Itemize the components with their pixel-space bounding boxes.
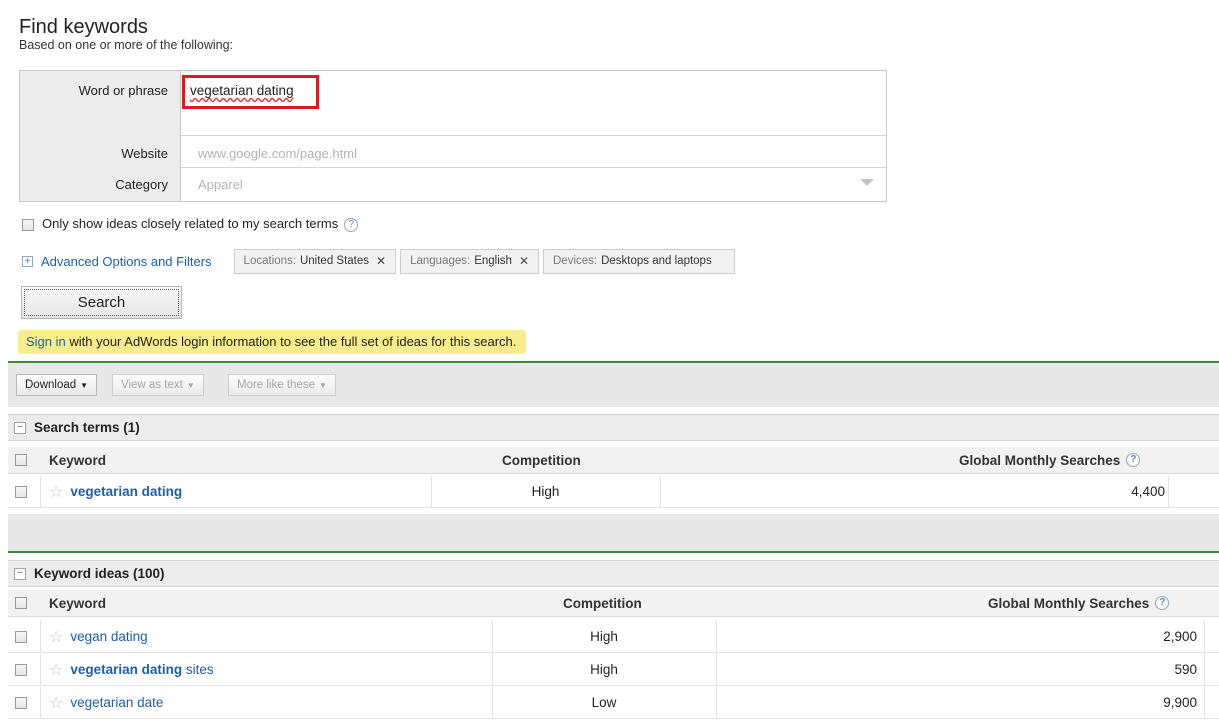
close-icon[interactable]: ✕: [376, 254, 386, 268]
page-title: Find keywords: [19, 16, 148, 38]
devices-filter-chip[interactable]: Devices: Desktops and laptops: [543, 248, 735, 274]
website-label: Website: [121, 146, 168, 161]
form-labels: Word or phrase Website Category: [20, 71, 181, 201]
keyword-bold: vegetarian dating: [70, 662, 183, 677]
chip-value: English: [474, 255, 512, 267]
results-panel: Download ▼ View as text ▼ More like these ▼…: [8, 361, 1219, 720]
keyword-column-header[interactable]: Keyword: [49, 590, 106, 616]
keyword-ideas-header[interactable]: − Keyword ideas (100): [8, 560, 1219, 587]
searches-column-label: Global Monthly Searches: [959, 452, 1121, 468]
searches-column-header[interactable]: Global Monthly Searches?: [988, 590, 1170, 616]
chip-value: United States: [299, 255, 370, 267]
keyword-link[interactable]: vegetarian date: [70, 695, 163, 710]
chevron-down-icon: ▼: [80, 381, 89, 390]
keyword-link[interactable]: vegan dating: [70, 629, 147, 644]
table-row: ☆ vegetarian dating sites High 590: [8, 654, 1219, 686]
competition-value: High: [590, 662, 618, 677]
word-phrase-label: Word or phrase: [78, 83, 168, 98]
chip-value: Desktops and laptops: [601, 255, 712, 267]
competition-value: High: [590, 629, 618, 644]
searches-value: 2,900: [1163, 629, 1197, 644]
search-terms-title: Search terms (1): [34, 420, 140, 435]
row-checkbox[interactable]: [15, 663, 27, 676]
page-subtitle: Based on one or more of the following:: [19, 38, 234, 52]
only-show-option: Only show ideas closely related to my se…: [22, 216, 359, 232]
advanced-options-row: + Advanced Options and Filters Locations…: [22, 248, 735, 274]
keyword-column-header[interactable]: Keyword: [49, 447, 106, 473]
keyword-ideas-column-headers: Keyword Competition Global Monthly Searc…: [8, 590, 1219, 617]
annotation-highlight-box: [182, 75, 319, 109]
divider: [8, 551, 1219, 553]
download-button[interactable]: Download ▼: [16, 374, 98, 396]
table-row: ☆ vegan dating High 2,900: [8, 621, 1219, 653]
searches-value: 590: [1174, 662, 1197, 677]
view-as-text-button[interactable]: View as text ▼: [112, 374, 204, 396]
only-show-label: Only show ideas closely related to my se…: [42, 216, 339, 231]
languages-filter-chip[interactable]: Languages: English ✕: [400, 248, 539, 274]
form-divider: [181, 135, 886, 136]
keyword-form: Word or phrase Website Category vegetari…: [19, 70, 887, 202]
chevron-down-icon[interactable]: [860, 179, 874, 186]
star-icon[interactable]: ☆: [49, 627, 63, 647]
search-button[interactable]: Search: [21, 286, 182, 319]
search-terms-header[interactable]: − Search terms (1): [8, 414, 1219, 441]
row-checkbox[interactable]: [15, 696, 27, 709]
keyword-rest: sites: [182, 662, 214, 677]
keyword-rest: vegetarian date: [70, 695, 164, 710]
signin-notice: Sign in with your AdWords login informat…: [18, 330, 527, 354]
view-as-text-label: View as text: [121, 379, 183, 391]
select-all-checkbox[interactable]: [15, 597, 27, 609]
keyword-link[interactable]: vegetarian dating: [70, 484, 182, 499]
close-icon[interactable]: ✕: [519, 254, 529, 268]
signin-text: with your AdWords login information to s…: [65, 334, 517, 349]
help-icon[interactable]: ?: [344, 217, 359, 232]
keyword-ideas-title: Keyword ideas (100): [34, 566, 165, 581]
star-icon[interactable]: ☆: [49, 660, 63, 680]
more-like-these-label: More like these: [237, 379, 315, 391]
website-input[interactable]: www.google.com/page.html: [198, 146, 357, 161]
help-icon[interactable]: ?: [1155, 596, 1170, 610]
more-like-these-button[interactable]: More like these ▼: [228, 374, 336, 396]
chip-key: Locations:: [243, 255, 296, 267]
chevron-down-icon: ▼: [186, 381, 195, 390]
searches-value: 4,400: [1131, 484, 1165, 499]
signin-link[interactable]: Sign in: [26, 334, 66, 349]
minus-icon[interactable]: −: [14, 422, 26, 435]
help-icon[interactable]: ?: [1126, 453, 1141, 467]
competition-column-header[interactable]: Competition: [502, 447, 581, 473]
select-all-checkbox[interactable]: [15, 454, 27, 466]
section-spacer: [8, 514, 1219, 551]
row-checkbox[interactable]: [15, 630, 27, 643]
category-label: Category: [115, 177, 168, 192]
chip-key: Devices:: [553, 255, 598, 267]
only-show-checkbox[interactable]: [22, 218, 34, 231]
chip-key: Languages:: [410, 255, 471, 267]
star-icon[interactable]: ☆: [49, 693, 63, 713]
star-icon[interactable]: ☆: [49, 482, 63, 502]
competition-value: High: [531, 484, 560, 499]
table-row: ☆ vegetarian dating High 4,400: [8, 476, 1219, 508]
keyword-link[interactable]: vegetarian dating sites: [70, 662, 213, 677]
keyword-rest: vegan dating: [70, 629, 148, 644]
searches-value: 9,900: [1163, 695, 1197, 710]
row-checkbox[interactable]: [15, 485, 27, 498]
competition-column-header[interactable]: Competition: [563, 590, 642, 616]
keyword-bold: vegetarian dating: [70, 484, 183, 499]
chevron-down-icon: ▼: [318, 381, 327, 390]
competition-value: Low: [591, 695, 617, 710]
form-divider: [181, 167, 886, 168]
category-select[interactable]: Apparel: [198, 177, 243, 192]
minus-icon[interactable]: −: [14, 568, 26, 581]
locations-filter-chip[interactable]: Locations: United States ✕: [233, 248, 397, 274]
download-label: Download: [25, 379, 77, 391]
searches-column-label: Global Monthly Searches: [988, 595, 1150, 611]
plus-icon[interactable]: +: [22, 255, 33, 267]
searches-column-header[interactable]: Global Monthly Searches?: [959, 447, 1141, 473]
search-terms-column-headers: Keyword Competition Global Monthly Searc…: [8, 447, 1219, 474]
results-toolbar: Download ▼ View as text ▼ More like these ▼: [8, 363, 1219, 407]
table-row: ☆ vegetarian date Low 9,900: [8, 687, 1219, 719]
advanced-options-link[interactable]: Advanced Options and Filters: [41, 254, 212, 269]
